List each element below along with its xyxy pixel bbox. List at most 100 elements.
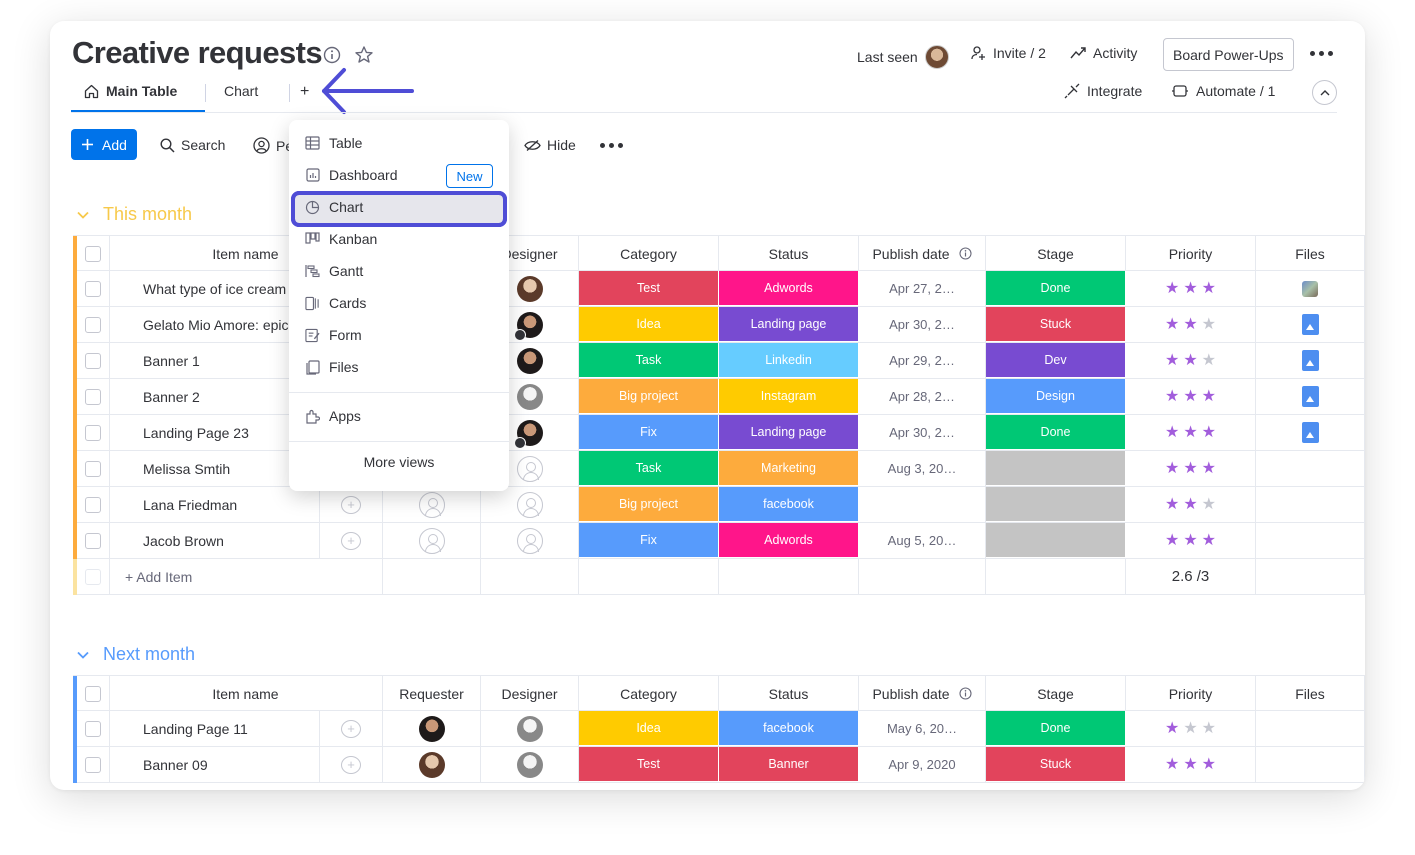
rating-stars[interactable]: ★ ★ ★ — [1165, 280, 1216, 297]
search-button[interactable]: Search — [160, 137, 225, 153]
cell-priority[interactable]: ★ ★ ★ — [1126, 523, 1256, 558]
cell-category[interactable]: Task — [579, 451, 719, 486]
cell-status[interactable]: facebook — [719, 711, 859, 746]
cell-category[interactable]: Test — [579, 747, 719, 782]
cell-stage[interactable] — [986, 451, 1126, 486]
cell-status[interactable]: Banner — [719, 747, 859, 782]
cell-name[interactable]: Gelato Mio Amore: epic — [109, 307, 319, 342]
star-icon[interactable]: ★ — [1183, 756, 1197, 773]
star-icon[interactable]: ★ — [1202, 720, 1216, 737]
menu-item-chart[interactable]: Chart — [305, 195, 363, 219]
cell-files[interactable] — [1256, 307, 1365, 342]
avatar[interactable] — [513, 419, 543, 449]
avatar[interactable] — [516, 383, 543, 410]
updates-cell[interactable]: + — [319, 747, 383, 782]
rating-stars[interactable]: ★ ★ ★ — [1165, 756, 1216, 773]
cell-stage[interactable]: Design — [986, 379, 1126, 414]
row-checkbox[interactable] — [85, 389, 101, 405]
cell-stage[interactable]: Stuck — [986, 307, 1126, 342]
table-row[interactable]: Melissa Smtih+TaskMarketingAug 3, 20…★★★ — [73, 451, 1365, 487]
star-icon[interactable]: ★ — [1165, 460, 1179, 477]
avatar[interactable] — [418, 527, 445, 554]
table-row[interactable]: What type of ice cream+TestAdwordsApr 27… — [73, 271, 1365, 307]
cell-status[interactable]: Linkedin — [719, 343, 859, 378]
updates-cell[interactable]: + — [319, 487, 383, 522]
rating-stars[interactable]: ★ ★ ★ — [1165, 352, 1216, 369]
row-checkbox[interactable] — [85, 353, 101, 369]
add-update-icon[interactable]: + — [341, 495, 361, 514]
star-icon[interactable]: ★ — [1165, 424, 1179, 441]
rating-stars[interactable]: ★ ★ ★ — [1165, 532, 1216, 549]
cell-category[interactable]: Fix — [579, 415, 719, 450]
star-icon[interactable]: ★ — [1165, 720, 1179, 737]
menu-item-table[interactable]: Table — [305, 131, 362, 155]
rating-stars[interactable]: ★ ★ ★ — [1165, 720, 1216, 737]
cell-name[interactable]: What type of ice cream — [109, 271, 319, 306]
star-icon[interactable]: ★ — [1183, 460, 1197, 477]
cell-date[interactable]: Apr 30, 2… — [859, 415, 986, 450]
tab-main-table[interactable]: Main Table — [84, 83, 177, 99]
cell-files[interactable] — [1256, 343, 1365, 378]
cell-stage[interactable]: Dev — [986, 343, 1126, 378]
star-icon[interactable]: ★ — [1202, 532, 1216, 549]
star-icon[interactable]: ★ — [1165, 316, 1179, 333]
cell-requester[interactable] — [383, 487, 481, 522]
menu-item-files[interactable]: Files — [305, 355, 359, 379]
avatar[interactable] — [418, 491, 445, 518]
cell-name[interactable]: Jacob Brown — [109, 523, 319, 558]
cell-files[interactable] — [1256, 415, 1365, 450]
column-header-stage[interactable]: Stage — [986, 676, 1126, 711]
item-name[interactable]: Landing Page 23 — [143, 425, 249, 441]
avatar[interactable] — [516, 347, 543, 374]
image-file-icon[interactable] — [1301, 350, 1319, 371]
star-icon[interactable]: ★ — [1183, 720, 1197, 737]
avatar[interactable] — [516, 455, 543, 482]
menu-item-gantt[interactable]: Gantt — [305, 259, 363, 283]
row-checkbox[interactable] — [85, 317, 101, 333]
cell-date[interactable]: Apr 30, 2… — [859, 307, 986, 342]
star-icon[interactable]: ★ — [1183, 424, 1197, 441]
row-checkbox[interactable] — [85, 281, 101, 297]
row-checkbox[interactable] — [85, 533, 101, 549]
cell-name[interactable]: Melissa Smtih — [109, 451, 319, 486]
column-header-name[interactable]: Item name — [109, 676, 383, 711]
updates-cell[interactable]: + — [319, 711, 383, 746]
more-options-icon[interactable] — [1310, 51, 1333, 56]
menu-item-dashboard[interactable]: Dashboard — [305, 163, 398, 187]
star-icon[interactable]: ★ — [1165, 388, 1179, 405]
table-row[interactable]: Jacob Brown + Fix Adwords Aug 5, 20… ★ ★ ★ — [73, 523, 1365, 559]
cell-name[interactable]: Banner 2 — [109, 379, 319, 414]
star-icon[interactable]: ★ — [1202, 756, 1216, 773]
table-row[interactable]: Banner 2+Big projectInstagramApr 28, 2…D… — [73, 379, 1365, 415]
info-icon[interactable] — [958, 687, 972, 700]
table-row[interactable]: Landing Page 11 + Idea facebook May 6, 20… Do… — [73, 711, 1365, 747]
cell-category[interactable]: Idea — [579, 307, 719, 342]
table-row[interactable]: Landing Page 23+FixLanding pageApr 30, 2… — [73, 415, 1365, 451]
cell-status[interactable]: Instagram — [719, 379, 859, 414]
cell-status[interactable]: Landing page — [719, 415, 859, 450]
avatar[interactable] — [418, 715, 445, 742]
cell-designer[interactable] — [481, 711, 579, 746]
cell-requester[interactable] — [383, 523, 481, 558]
person-filter-button[interactable]: Pe — [253, 137, 293, 154]
item-name[interactable]: Banner 2 — [143, 389, 200, 405]
star-icon[interactable]: ★ — [1183, 388, 1197, 405]
cell-stage[interactable]: Done — [986, 711, 1126, 746]
star-icon[interactable]: ★ — [1165, 756, 1179, 773]
cell-priority[interactable]: ★ ★ ★ — [1126, 451, 1256, 486]
cell-stage[interactable]: Stuck — [986, 747, 1126, 782]
avatar[interactable] — [516, 527, 543, 554]
group-title-this-month[interactable]: This month — [77, 204, 192, 225]
table-row[interactable]: Banner 09 + Test Banner Apr 9, 2020 Stuck ★ ★ ★ — [73, 747, 1365, 783]
select-all-checkbox[interactable] — [85, 246, 101, 262]
cell-status[interactable]: Adwords — [719, 523, 859, 558]
star-icon[interactable]: ★ — [1202, 352, 1216, 369]
item-name[interactable]: Landing Page 11 — [143, 721, 248, 737]
add-item-button[interactable]: Add — [71, 129, 137, 160]
cell-date[interactable]: Aug 3, 20… — [859, 451, 986, 486]
cell-category[interactable]: Test — [579, 271, 719, 306]
cell-stage[interactable] — [986, 487, 1126, 522]
star-icon[interactable]: ★ — [1202, 496, 1216, 513]
item-name[interactable]: Jacob Brown — [143, 533, 224, 549]
cell-priority[interactable]: ★ ★ ★ — [1126, 379, 1256, 414]
